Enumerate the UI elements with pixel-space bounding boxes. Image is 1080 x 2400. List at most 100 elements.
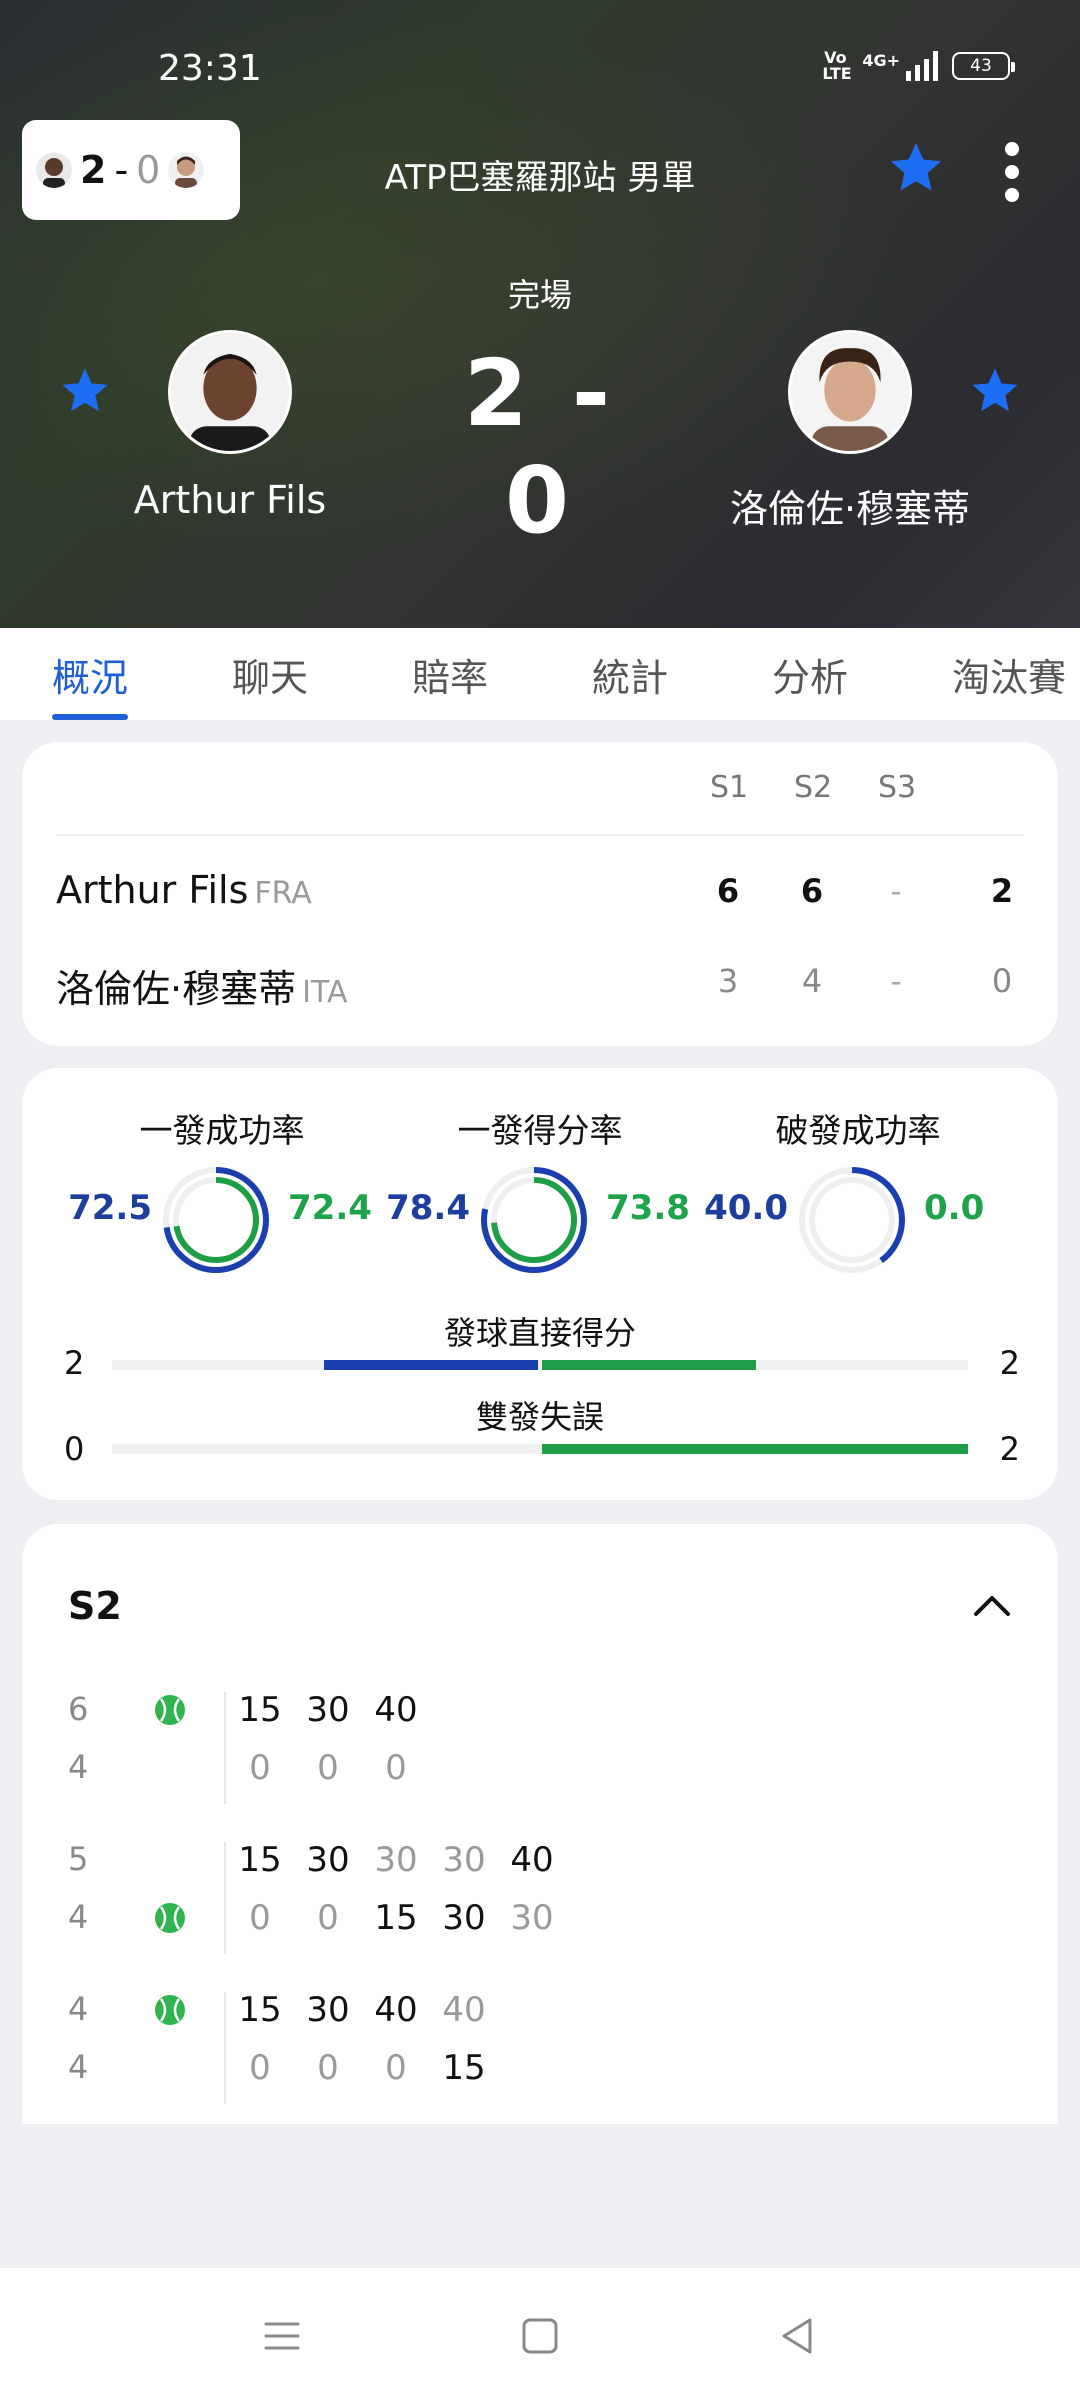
home-player-avatar-small — [36, 152, 72, 188]
match-title: ATP巴塞羅那站 男單 — [384, 158, 696, 198]
aces-away: 2 — [999, 1344, 1020, 1382]
home-icon[interactable] — [518, 2314, 562, 2358]
system-nav-bar — [0, 2268, 1080, 2400]
tennis-ball-icon — [155, 1695, 185, 1725]
favorite-match-star-icon[interactable] — [886, 138, 946, 198]
mini-away-score: 0 — [136, 148, 161, 192]
point: 30 — [374, 1840, 418, 1880]
away-player-avatar-small — [168, 152, 205, 188]
tab-chat[interactable]: 聊天 — [232, 628, 308, 720]
stat-away-value: 0.0 — [924, 1188, 985, 1228]
tab-knockout[interactable]: 淘汰賽 — [952, 628, 1066, 720]
stat-break-points: 破發成功率 40.0 0.0 — [698, 1104, 1018, 1273]
more-options-icon[interactable] — [1000, 142, 1024, 202]
status-icons: Vo LTE 4G+ 43 — [822, 48, 1015, 83]
point: 15 — [442, 2048, 486, 2088]
game-score-bottom: 4 — [68, 2048, 89, 2086]
point: 40 — [374, 1690, 418, 1730]
tennis-ball-icon — [155, 1995, 185, 2025]
home-row-name: Arthur Fils — [56, 868, 249, 912]
tab-stats[interactable]: 統計 — [592, 628, 668, 720]
menu-icon[interactable] — [260, 2314, 304, 2358]
tab-odds[interactable]: 賠率 — [412, 628, 488, 720]
tab-analysis[interactable]: 分析 — [772, 628, 848, 720]
stat-first-serve-in: 一發成功率 72.5 72.4 — [62, 1104, 382, 1273]
df-bar — [112, 1444, 968, 1454]
away-total: 0 — [991, 962, 1013, 1000]
divider — [224, 1692, 226, 1804]
stat-home-value: 78.4 — [386, 1188, 470, 1228]
stat-first-serve-won: 一發得分率 78.4 73.8 — [380, 1104, 700, 1273]
favorite-home-star-icon[interactable] — [58, 364, 112, 418]
game-block: 6 4 15 30 40 0 0 0 — [68, 1690, 1008, 1820]
point: 15 — [374, 1898, 418, 1938]
divider — [56, 834, 1024, 836]
set-header-s3: S3 — [878, 770, 917, 805]
score-row-away: 洛倫佐·穆塞蒂 ITA 3 4 - 0 — [56, 958, 1024, 1018]
aces-home: 2 — [64, 1344, 85, 1382]
key-stats-card: 一發成功率 72.5 72.4 一發得分率 78.4 73.8 破發成功率 40… — [22, 1068, 1058, 1500]
score-row-home: Arthur Fils FRA 6 6 - 2 — [56, 868, 1024, 928]
game-score-top: 4 — [68, 1990, 89, 2028]
home-total: 2 — [990, 872, 1014, 910]
match-header: 23:31 Vo LTE 4G+ 43 2 - 0 ATP巴塞羅那站 男單 完場 … — [0, 0, 1080, 628]
point: 15 — [238, 1990, 282, 2030]
aces-bar — [112, 1360, 968, 1370]
point: 0 — [317, 1748, 339, 1788]
point-by-point-card: S2 6 4 15 30 40 0 0 0 5 4 15 30 30 30 40 — [22, 1524, 1058, 2124]
bar-label-aces: 發球直接得分 — [443, 1314, 636, 1352]
away-s3: - — [890, 962, 902, 1000]
tab-bar: 概況 聊天 賠率 統計 分析 淘汰賽 — [0, 628, 1080, 720]
mini-score-sep: - — [114, 148, 129, 192]
home-s3: - — [890, 872, 902, 910]
game-score-bottom: 4 — [68, 1748, 89, 1786]
away-player-avatar[interactable] — [788, 330, 912, 454]
home-player-avatar[interactable] — [168, 330, 292, 454]
stat-home-value: 72.5 — [68, 1188, 152, 1228]
volte-icon: Vo LTE — [822, 48, 852, 83]
point: 0 — [249, 1748, 271, 1788]
point: 0 — [317, 1898, 339, 1938]
point: 30 — [306, 1990, 350, 2030]
favorite-away-star-icon[interactable] — [968, 364, 1022, 418]
home-s1: 6 — [716, 872, 740, 910]
df-away: 2 — [999, 1430, 1020, 1468]
aces-away-bar — [542, 1360, 756, 1370]
stat-title: 破發成功率 — [775, 1111, 941, 1150]
point: 0 — [249, 2048, 271, 2088]
home-player-name[interactable]: Arthur Fils — [50, 478, 410, 522]
match-status: 完場 — [507, 276, 572, 314]
set-header-s2: S2 — [794, 770, 833, 805]
game-score-top: 5 — [68, 1840, 89, 1878]
point: 30 — [510, 1898, 554, 1938]
battery-icon: 43 — [952, 52, 1015, 80]
stat-ring — [799, 1167, 905, 1273]
stat-title: 一發得分率 — [457, 1111, 623, 1150]
mini-score-widget[interactable]: 2 - 0 — [22, 120, 240, 220]
stat-away-value: 72.4 — [288, 1188, 372, 1228]
home-s2: 6 — [800, 872, 824, 910]
mini-home-score: 2 — [80, 148, 107, 192]
match-score: 2 - 0 — [463, 340, 617, 554]
back-icon[interactable] — [776, 2314, 820, 2358]
tab-overview[interactable]: 概況 — [52, 628, 129, 720]
point: 0 — [385, 2048, 407, 2088]
away-s1: 3 — [717, 962, 739, 1000]
set-title: S2 — [68, 1584, 122, 1628]
df-away-bar — [542, 1444, 968, 1454]
point: 30 — [306, 1690, 350, 1730]
point: 40 — [442, 1990, 486, 2030]
point: 40 — [510, 1840, 554, 1880]
chevron-up-icon[interactable] — [972, 1590, 1012, 1620]
tennis-ball-icon — [155, 1903, 185, 1933]
aces-home-bar — [324, 1360, 538, 1370]
df-home: 0 — [64, 1430, 85, 1468]
set-score-card: S1 S2 S3 Arthur Fils FRA 6 6 - 2 洛倫佐·穆塞蒂 I… — [22, 742, 1058, 1046]
stat-ring — [163, 1167, 269, 1273]
status-time: 23:31 — [158, 48, 262, 89]
home-row-country: FRA — [254, 876, 312, 911]
game-score-top: 6 — [68, 1690, 89, 1728]
away-player-name[interactable]: 洛倫佐·穆塞蒂 — [670, 478, 1030, 533]
point: 15 — [238, 1690, 282, 1730]
point: 0 — [317, 2048, 339, 2088]
